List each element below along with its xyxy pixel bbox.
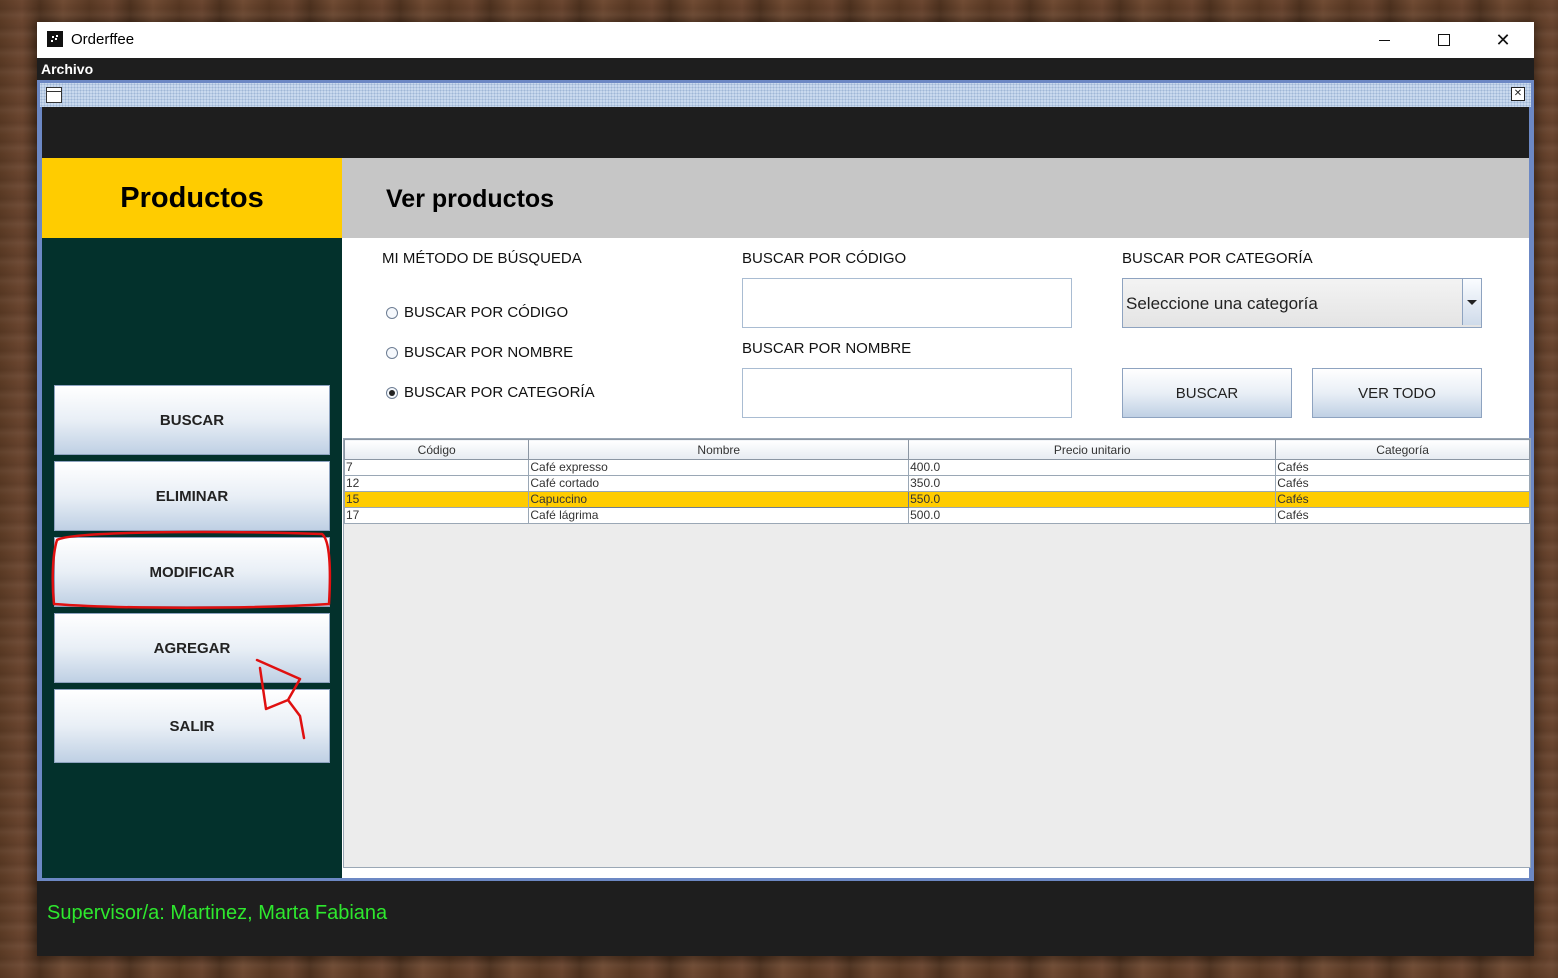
- nombre-input[interactable]: [742, 368, 1072, 418]
- products-table: Código Nombre Precio unitario Categoría …: [343, 439, 1530, 524]
- table-row[interactable]: 17 Café lágrima 500.0 Cafés: [343, 507, 1530, 524]
- buscar-button[interactable]: BUSCAR: [54, 385, 330, 455]
- cell-nombre[interactable]: Café cortado: [528, 475, 910, 492]
- cell-codigo[interactable]: 12: [343, 475, 530, 492]
- window-title: Orderffee: [71, 31, 135, 48]
- close-icon: ✕: [1495, 29, 1511, 50]
- cell-nombre[interactable]: Capuccino: [528, 491, 910, 508]
- status-bar: Supervisor/a: Martinez, Marta Fabiana: [37, 881, 1534, 956]
- eliminar-button[interactable]: ELIMINAR: [54, 461, 330, 531]
- categoria-select[interactable]: Seleccione una categoría: [1122, 278, 1482, 328]
- internal-frame: ✕ Productos BUSCAR ELIMINAR MODIFICAR AG…: [37, 80, 1534, 881]
- page-title: Ver productos: [386, 185, 555, 213]
- main-content: Ver productos MI MÉTODO DE BÚSQUEDA BUSC…: [342, 158, 1531, 878]
- cell-categoria[interactable]: Cafés: [1275, 507, 1530, 524]
- cell-codigo[interactable]: 7: [343, 459, 530, 476]
- radio-label: BUSCAR POR CATEGORÍA: [404, 384, 595, 401]
- table-row[interactable]: 12 Café cortado 350.0 Cafés: [343, 475, 1530, 492]
- products-table-area[interactable]: Código Nombre Precio unitario Categoría …: [343, 438, 1531, 868]
- close-button[interactable]: ✕: [1474, 22, 1532, 58]
- title-bar: Orderffee ✕: [37, 22, 1534, 58]
- frame-close-icon: ✕: [1513, 88, 1523, 99]
- frame-window-icon: [46, 87, 62, 103]
- ver-todo-button[interactable]: VER TODO: [1312, 368, 1482, 418]
- cell-codigo[interactable]: 17: [343, 507, 530, 524]
- maximize-icon: [1438, 34, 1450, 46]
- table-row-selected[interactable]: 15 Capuccino 550.0 Cafés: [343, 491, 1530, 508]
- radio-button-icon[interactable]: [386, 346, 398, 359]
- minimize-icon: [1378, 39, 1390, 41]
- salir-button[interactable]: SALIR: [54, 689, 330, 763]
- radio-buscar-categoria[interactable]: BUSCAR POR CATEGORÍA: [386, 384, 595, 401]
- cell-categoria[interactable]: Cafés: [1275, 491, 1530, 508]
- radio-label: BUSCAR POR NOMBRE: [404, 344, 574, 361]
- categoria-label: BUSCAR POR CATEGORÍA: [1122, 250, 1313, 267]
- sidebar-title: Productos: [42, 158, 342, 238]
- radio-buscar-nombre[interactable]: BUSCAR POR NOMBRE: [386, 344, 573, 361]
- cell-precio[interactable]: 500.0: [908, 507, 1277, 524]
- cell-categoria[interactable]: Cafés: [1275, 475, 1530, 492]
- cell-codigo[interactable]: 15: [343, 491, 530, 508]
- cell-nombre[interactable]: Café expresso: [528, 459, 910, 476]
- menu-bar: Archivo: [37, 58, 1534, 80]
- agregar-button[interactable]: AGREGAR: [54, 613, 330, 683]
- cell-nombre[interactable]: Café lágrima: [528, 507, 910, 524]
- radio-button-icon[interactable]: [386, 306, 398, 319]
- minimize-button[interactable]: [1355, 22, 1413, 58]
- modificar-button[interactable]: MODIFICAR: [54, 537, 330, 607]
- categoria-selected-value: Seleccione una categoría: [1126, 294, 1318, 313]
- content-header: Ver productos: [342, 158, 1529, 238]
- table-row[interactable]: 7 Café expresso 400.0 Cafés: [343, 459, 1530, 476]
- cell-categoria[interactable]: Cafés: [1275, 459, 1530, 476]
- radio-buscar-codigo[interactable]: BUSCAR POR CÓDIGO: [386, 304, 568, 321]
- radio-button-selected-icon[interactable]: [386, 386, 398, 399]
- codigo-input[interactable]: [742, 278, 1072, 328]
- nombre-label: BUSCAR POR NOMBRE: [742, 340, 912, 357]
- frame-close-button[interactable]: ✕: [1511, 87, 1525, 101]
- column-header-codigo[interactable]: Código: [343, 439, 530, 460]
- maximize-button[interactable]: [1415, 22, 1473, 58]
- chevron-down-icon[interactable]: [1462, 279, 1481, 325]
- column-header-categoria[interactable]: Categoría: [1275, 439, 1530, 460]
- column-header-precio[interactable]: Precio unitario: [908, 439, 1277, 460]
- codigo-label: BUSCAR POR CÓDIGO: [742, 250, 907, 267]
- internal-frame-body: Productos BUSCAR ELIMINAR MODIFICAR AGRE…: [42, 107, 1531, 878]
- supervisor-label: Supervisor/a: Martinez, Marta Fabiana: [47, 902, 388, 924]
- cell-precio[interactable]: 400.0: [908, 459, 1277, 476]
- radio-label: BUSCAR POR CÓDIGO: [404, 304, 569, 321]
- cell-precio[interactable]: 550.0: [908, 491, 1277, 508]
- menu-archivo[interactable]: Archivo: [41, 61, 93, 77]
- app-window: Orderffee ✕ Archivo ✕ Productos BUSCAR E…: [37, 22, 1534, 956]
- app-icon: [47, 31, 63, 47]
- search-button[interactable]: BUSCAR: [1122, 368, 1292, 418]
- sidebar: Productos BUSCAR ELIMINAR MODIFICAR AGRE…: [42, 158, 342, 878]
- internal-frame-titlebar[interactable]: ✕: [40, 83, 1531, 107]
- column-header-nombre[interactable]: Nombre: [528, 439, 910, 460]
- cell-precio[interactable]: 350.0: [908, 475, 1277, 492]
- search-method-label: MI MÉTODO DE BÚSQUEDA: [382, 250, 582, 267]
